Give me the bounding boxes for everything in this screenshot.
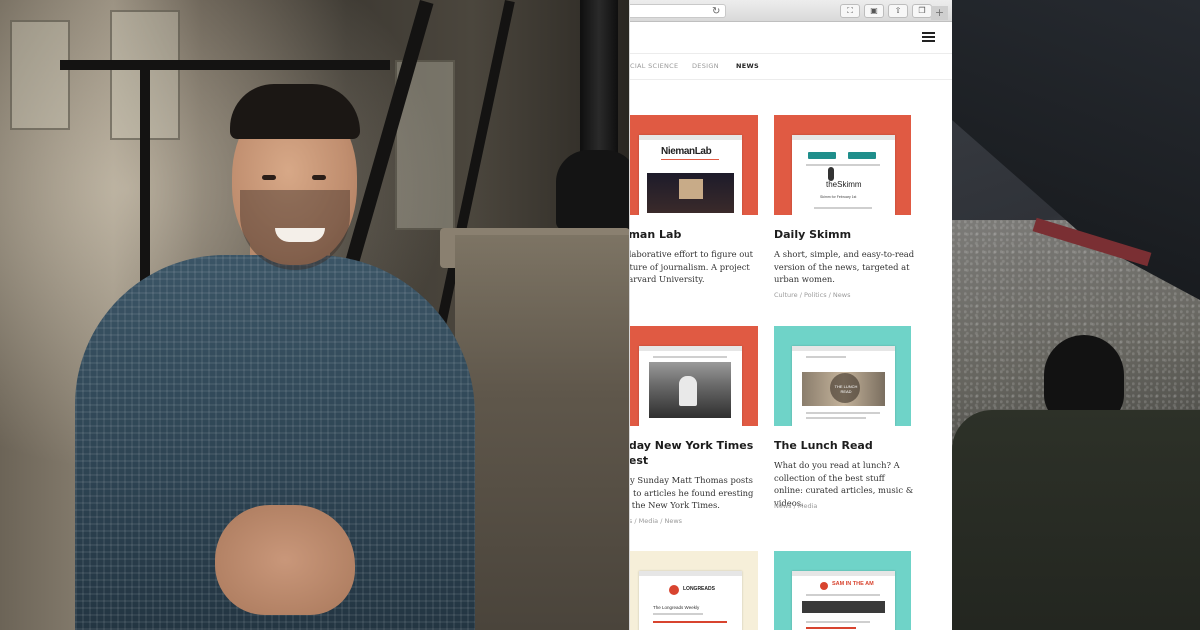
card-thumbnail[interactable]: theSkimm Skimm for February 1st: [774, 115, 911, 215]
menu-icon[interactable]: [922, 32, 935, 42]
card-thumbnail[interactable]: NiemanLab: [630, 115, 758, 215]
tab-news[interactable]: NEWS: [736, 62, 759, 70]
skimm-date: Skimm for February 1st: [820, 195, 857, 199]
card-title[interactable]: Daily Skimm: [774, 227, 924, 242]
longreads-logo: LONGREADS: [683, 586, 715, 592]
person-eye: [312, 175, 326, 180]
person-hair: [230, 84, 360, 139]
newsletter-preview: theSkimm Skimm for February 1st: [792, 135, 895, 215]
card-description: ollaborative effort to figure out future…: [630, 249, 754, 284]
card-tags: News / Media: [774, 502, 818, 510]
card-title[interactable]: eman Lab: [630, 227, 771, 242]
category-tabs: CIAL SCIENCE DESIGN NEWS: [630, 54, 952, 80]
card-description: A short, simple, and easy-to-read versio…: [774, 249, 915, 284]
newsletter-preview: NiemanLab: [639, 135, 742, 215]
card-description: ery Sunday Matt Thomas posts ks to artic…: [630, 475, 754, 510]
newsletter-preview: [639, 346, 742, 426]
tab-social-science[interactable]: CIAL SCIENCE: [630, 62, 678, 70]
card-title[interactable]: The Lunch Read: [774, 438, 924, 453]
tab-design[interactable]: DESIGN: [692, 62, 719, 70]
reader-icon[interactable]: ⛶: [840, 4, 860, 18]
person-smile: [275, 228, 325, 242]
newsletter-preview: SAM IN THE AM: [792, 571, 895, 630]
card-tags: tics / Media / News: [630, 517, 683, 525]
newsletter-preview: LONGREADS The Longreads Weekly: [639, 571, 742, 630]
clasped-hands: [215, 505, 355, 615]
portrait-photo: [0, 0, 630, 630]
site-header: [630, 22, 952, 54]
card-thumbnail[interactable]: LONGREADS The Longreads Weekly: [630, 551, 758, 630]
new-tab-button[interactable]: +: [931, 6, 948, 20]
browser-window: ↻ ⛶ ▣ ⇧ ❐ + CIAL SCIENCE DESIGN NEWS Nie…: [630, 0, 952, 630]
browser-toolbar: ↻ ⛶ ▣ ⇧ ❐ +: [630, 0, 952, 22]
person-eye: [262, 175, 276, 180]
theskimm-logo: theSkimm: [826, 180, 862, 189]
niemanlab-logo: NiemanLab: [661, 146, 712, 157]
pant-leg: [952, 410, 1200, 630]
address-bar[interactable]: ↻: [630, 4, 726, 18]
lunch-read-logo: THE LUNCH READ: [834, 384, 858, 394]
share-icon[interactable]: ⇧: [888, 4, 908, 18]
extension-icon[interactable]: ▣: [864, 4, 884, 18]
card-thumbnail[interactable]: SAM IN THE AM: [774, 551, 911, 630]
tabs-icon[interactable]: ❐: [912, 4, 932, 18]
newsletter-preview: THE LUNCH READ: [792, 346, 895, 426]
person: [0, 0, 630, 630]
street-photo: [952, 0, 1200, 630]
sam-in-the-am-logo: SAM IN THE AM: [832, 581, 874, 587]
longreads-mark: [669, 585, 679, 595]
card-thumbnail[interactable]: [630, 326, 758, 426]
card-tags: Culture / Politics / News: [774, 291, 851, 299]
card-thumbnail[interactable]: THE LUNCH READ: [774, 326, 911, 426]
card-title[interactable]: nday New York Times gest: [630, 438, 756, 468]
longreads-subtitle: The Longreads Weekly: [653, 605, 700, 610]
reload-icon[interactable]: ↻: [712, 6, 720, 17]
